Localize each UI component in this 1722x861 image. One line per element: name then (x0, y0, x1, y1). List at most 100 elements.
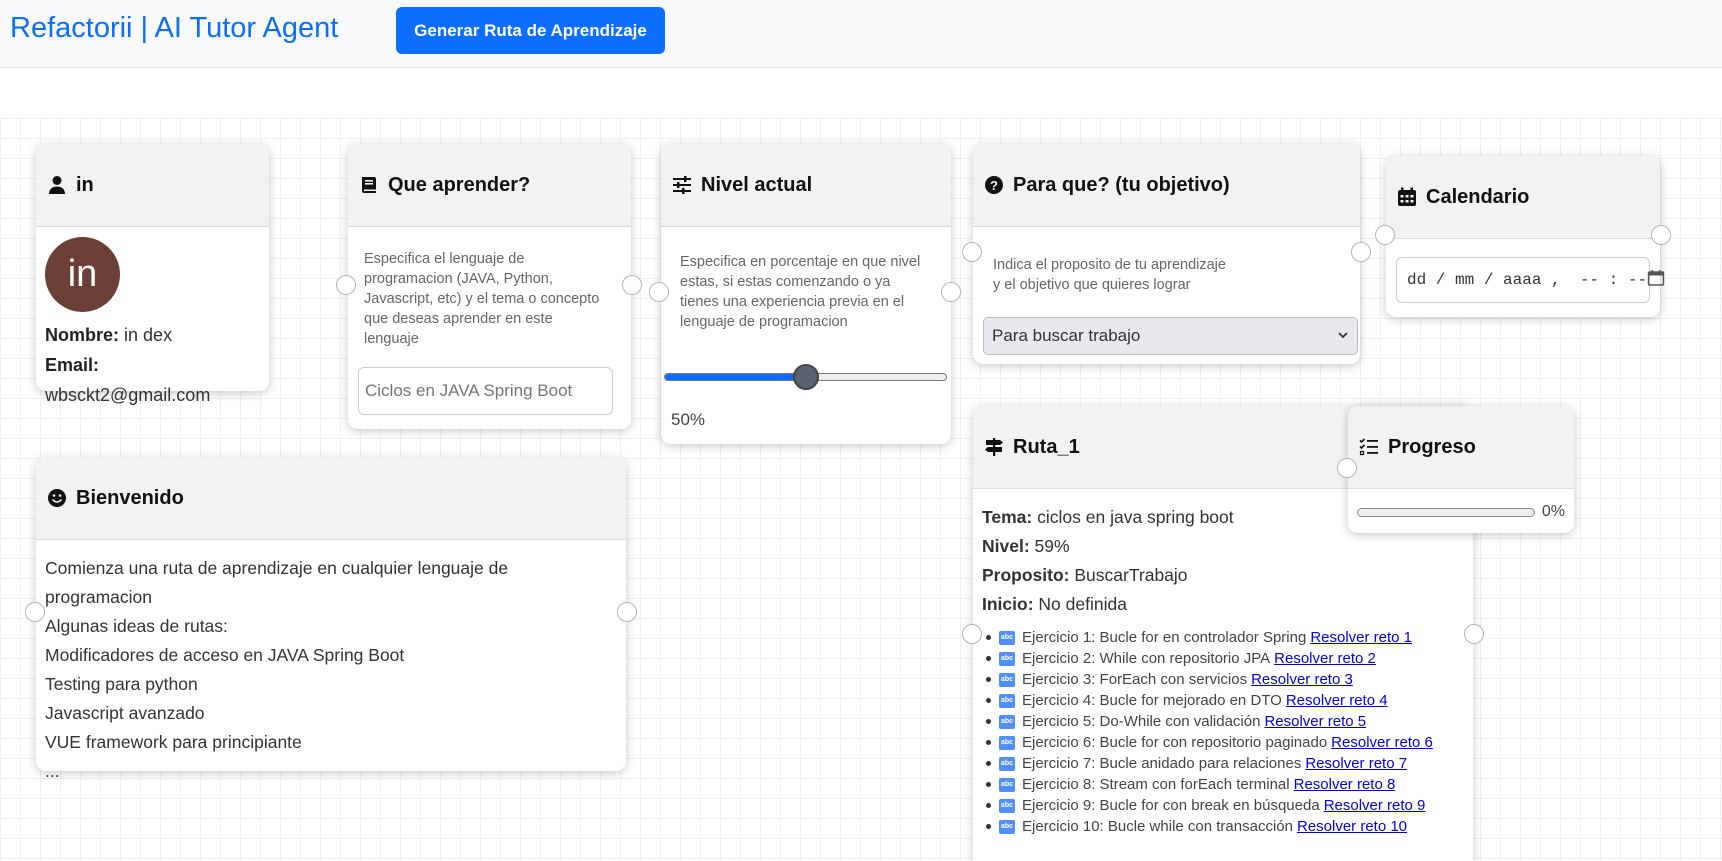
level-node-header: Nivel actual (661, 144, 951, 227)
goal-node-header: ? Para que? (tu objetivo) (973, 144, 1360, 227)
route-node-input-handle[interactable] (962, 624, 982, 644)
progress-node-title: Progreso (1388, 435, 1476, 458)
welcome-line: VUE framework para principiante (45, 732, 302, 752)
progress-node[interactable]: Progreso 0% (1337, 406, 1574, 533)
exercise-text: Ejercicio 7: Bucle anidado para relacion… (1022, 755, 1302, 772)
nivel-label: Nivel: (982, 536, 1030, 556)
goal-description-line2: y el objetivo que quieres lograr (993, 277, 1191, 293)
learn-description: Especifica el lenguaje de programacion (… (364, 251, 600, 347)
level-node-output-handle[interactable] (941, 282, 961, 302)
exercise-item: abc Ejercicio 6: Bucle for con repositori… (982, 732, 1464, 753)
checklist-icon (1358, 436, 1380, 458)
level-node[interactable]: Nivel actual Especifica en porcentaje en… (649, 144, 961, 444)
exercise-text: Ejercicio 8: Stream con forEach terminal (1022, 776, 1290, 793)
exercise-text: Ejercicio 3: ForEach con servicios (1022, 671, 1248, 688)
proposito-value: BuscarTrabajo (1074, 565, 1188, 585)
solve-challenge-link[interactable]: Resolver reto 8 (1294, 774, 1396, 795)
learn-node-body: Especifica el lenguaje de programacion (… (348, 227, 631, 415)
exercise-text: Ejercicio 6: Bucle for con repositorio p… (1022, 734, 1328, 751)
goal-description-line1: Indica el proposito de tu aprendizaje (993, 257, 1226, 273)
user-icon (46, 174, 68, 196)
level-description: Especifica en porcentaje en que nivel es… (680, 254, 921, 330)
solve-challenge-link[interactable]: Resolver reto 7 (1305, 753, 1407, 774)
top-bar: Refactorii | AI Tutor Agent Generar Ruta… (0, 0, 1722, 68)
exercise-list: abc Ejercicio 1: Bucle for en controlador… (982, 627, 1464, 837)
tema-value: ciclos en java spring boot (1037, 507, 1234, 527)
solve-challenge-link[interactable]: Resolver reto 10 (1297, 816, 1407, 837)
route-node-output-handle[interactable] (1464, 624, 1484, 644)
goal-node[interactable]: ? Para que? (tu objetivo) Indica el prop… (962, 144, 1371, 364)
goal-node-title: Para que? (tu objetivo) (1013, 173, 1230, 196)
exercise-text: Ejercicio 4: Bucle for mejorado en DTO (1022, 692, 1282, 709)
route-node-title: Ruta_1 (1013, 435, 1080, 458)
date-placeholder: dd / mm / aaaa , -- : -- (1407, 271, 1648, 289)
user-node-header: in (36, 144, 269, 227)
topic-input[interactable] (358, 367, 613, 415)
goal-node-output-handle[interactable] (1351, 242, 1371, 262)
exercise-item: abc Ejercicio 5: Do-While con validación R… (982, 711, 1464, 732)
level-node-input-handle[interactable] (649, 282, 669, 302)
solve-challenge-link[interactable]: Resolver reto 3 (1251, 669, 1353, 690)
exercise-text: Ejercicio 10: Bucle while con transacció… (1022, 818, 1293, 835)
goal-node-input-handle[interactable] (962, 242, 982, 262)
progress-node-input-handle[interactable] (1337, 458, 1357, 478)
welcome-line: Javascript avanzado (45, 703, 205, 723)
solve-challenge-link[interactable]: Resolver reto 1 (1310, 627, 1412, 648)
user-node-title: in (76, 173, 94, 196)
abc-icon: abc (999, 714, 1015, 729)
abc-icon: abc (999, 798, 1015, 813)
proposito-label: Proposito: (982, 565, 1070, 585)
welcome-node-input-handle[interactable] (25, 602, 45, 622)
nivel-value: 59% (1034, 536, 1070, 556)
name-label: Nombre: (45, 325, 120, 345)
welcome-node-output-handle[interactable] (617, 602, 637, 622)
chevron-down-icon (1337, 326, 1349, 346)
abc-icon: abc (999, 672, 1015, 687)
solve-challenge-link[interactable]: Resolver reto 5 (1264, 711, 1366, 732)
goal-select[interactable]: Para buscar trabajo (983, 317, 1358, 355)
exercise-item: abc Ejercicio 8: Stream con forEach termi… (982, 774, 1464, 795)
welcome-node[interactable]: Bienvenido Comienza una ruta de aprendiz… (25, 457, 637, 781)
email-label: Email: (45, 355, 100, 375)
level-slider[interactable] (652, 362, 951, 392)
solve-challenge-link[interactable]: Resolver reto 6 (1331, 732, 1433, 753)
generate-route-button[interactable]: Generar Ruta de Aprendizaje (396, 7, 665, 54)
app-title: Refactorii | AI Tutor Agent (10, 12, 339, 44)
level-node-title: Nivel actual (701, 173, 813, 196)
goal-select-value: Para buscar trabajo (992, 326, 1141, 345)
svg-text:?: ? (990, 178, 998, 193)
welcome-node-header: Bienvenido (36, 457, 626, 540)
progress-label: 0% (1541, 503, 1565, 520)
learn-node-output-handle[interactable] (622, 275, 642, 295)
calendar-picker-icon[interactable] (1647, 269, 1665, 292)
calendar-icon (1396, 186, 1418, 208)
user-node-body: in Nombre: in dex Email: wbsckt2@gmail.c… (36, 227, 269, 420)
learn-node-title: Que aprender? (388, 173, 531, 196)
exercise-item: abc Ejercicio 2: While con repositorio JP… (982, 648, 1464, 669)
welcome-line: Comienza una ruta de aprendizaje en cual… (45, 558, 509, 607)
user-node[interactable]: in in Nombre: in dex Email: wbsckt2@gmai… (36, 144, 269, 405)
calendar-node-header: Calendario (1386, 156, 1660, 239)
signpost-icon (983, 436, 1005, 458)
level-slider-thumb[interactable] (792, 364, 819, 390)
calendar-node-output-handle[interactable] (1651, 225, 1671, 245)
name-value: in dex (124, 325, 173, 345)
inicio-value: No definida (1038, 594, 1127, 614)
solve-challenge-link[interactable]: Resolver reto 4 (1286, 690, 1388, 711)
welcome-node-title: Bienvenido (76, 486, 184, 509)
exercise-item: abc Ejercicio 9: Bucle for con break en b… (982, 795, 1464, 816)
solve-challenge-link[interactable]: Resolver reto 2 (1274, 648, 1376, 669)
level-slider-fill (665, 374, 807, 380)
calendar-node-input-handle[interactable] (1375, 225, 1395, 245)
welcome-line: ... (45, 761, 60, 781)
learn-node-header: Que aprender? (348, 144, 631, 227)
route-node-body: Tema: ciclos en java spring boot Nivel: … (973, 489, 1473, 837)
learn-node[interactable]: Que aprender? Especifica el lenguaje de … (336, 144, 642, 429)
avatar: in (45, 237, 120, 312)
abc-icon: abc (999, 651, 1015, 666)
solve-challenge-link[interactable]: Resolver reto 9 (1324, 795, 1426, 816)
learn-node-input-handle[interactable] (336, 275, 356, 295)
date-time-input[interactable]: dd / mm / aaaa , -- : -- (1396, 257, 1665, 303)
progress-node-body: 0% (1348, 489, 1574, 521)
calendar-node[interactable]: Calendario dd / mm / aaaa , -- : -- (1375, 156, 1671, 317)
